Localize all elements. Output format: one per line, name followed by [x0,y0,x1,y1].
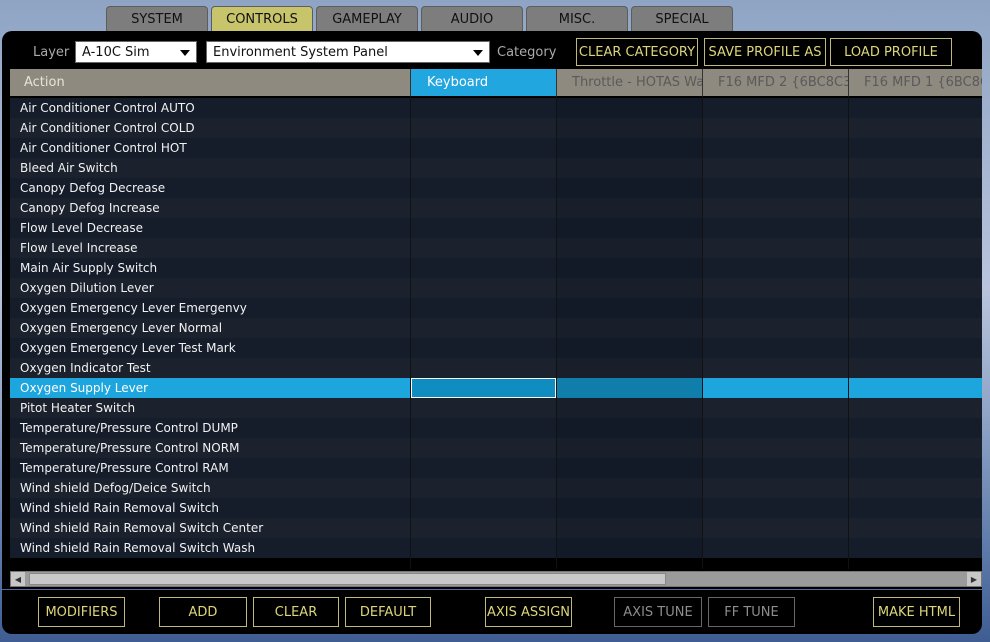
scrollbar-thumb[interactable] [29,573,666,585]
action-name: Temperature/Pressure Control DUMP [20,421,238,435]
controls-toolbar: Layer A-10C Sim Environment System Panel… [10,37,980,67]
default-button[interactable]: DEFAULT [345,597,431,627]
table-row[interactable]: Wind shield Rain Removal Switch [10,498,982,518]
action-name: Oxygen Indicator Test [20,361,151,375]
table-row[interactable]: Oxygen Emergency Lever Test Mark [10,338,982,358]
clear-category-button[interactable]: CLEAR CATEGORY [576,38,698,66]
action-name: Air Conditioner Control AUTO [20,101,195,115]
ff-tune-button[interactable]: FF TUNE [708,597,795,627]
action-name: Oxygen Emergency Lever Emergenvy [20,301,247,315]
layer-select[interactable]: A-10C Sim [75,41,197,63]
action-name: Canopy Defog Increase [20,201,160,215]
table-row[interactable]: Pitot Heater Switch [10,398,982,418]
action-name: Oxygen Supply Lever [20,381,149,395]
table-row[interactable]: Canopy Defog Decrease [10,178,982,198]
action-name: Bleed Air Switch [20,161,118,175]
modifiers-button[interactable]: MODIFIERS [38,597,125,627]
tab-controls[interactable]: CONTROLS [211,6,313,31]
chevron-down-icon [473,50,483,56]
tab-system[interactable]: SYSTEM [106,6,208,31]
table-row[interactable]: Wind shield Defog/Deice Switch [10,478,982,498]
tab-gameplay[interactable]: GAMEPLAY [316,6,418,31]
col-throttle[interactable]: Throttle - HOTAS Wa [557,69,703,96]
scroll-right-icon[interactable]: ▶ [967,572,981,586]
action-name: Wind shield Defog/Deice Switch [20,481,211,495]
table-row[interactable]: Wind shield Rain Removal Switch Wash [10,538,982,558]
col-mfd2[interactable]: F16 MFD 2 {6BC8C3 [703,69,849,96]
horizontal-scrollbar[interactable]: ◀ ▶ [10,571,982,587]
bindings-table: Action Keyboard Throttle - HOTAS Wa F16 … [10,69,982,569]
chevron-down-icon [180,50,190,56]
action-name: Air Conditioner Control HOT [20,141,187,155]
save-profile-as-button[interactable]: SAVE PROFILE AS [704,38,826,66]
category-label: Category [497,45,557,60]
column-divider [410,96,411,569]
table-body: Air Conditioner Control AUTO Air Conditio… [10,96,982,569]
axis-tune-button[interactable]: AXIS TUNE [614,597,702,627]
action-name: Flow Level Increase [20,241,138,255]
action-name: Air Conditioner Control COLD [20,121,195,135]
col-action[interactable]: Action [10,69,411,96]
table-row[interactable]: Main Air Supply Switch [10,258,982,278]
table-row[interactable]: Oxygen Emergency Lever Normal [10,318,982,338]
action-name: Temperature/Pressure Control RAM [20,461,229,475]
table-row[interactable]: Flow Level Decrease [10,218,982,238]
category-select[interactable]: Environment System Panel [206,41,490,63]
layer-value: A-10C Sim [82,45,150,60]
action-name: Flow Level Decrease [20,221,143,235]
col-keyboard[interactable]: Keyboard [411,69,557,96]
table-row[interactable]: Temperature/Pressure Control RAM [10,458,982,478]
table-header: Action Keyboard Throttle - HOTAS Wa F16 … [10,69,982,96]
table-row[interactable]: Air Conditioner Control COLD [10,118,982,138]
table-row[interactable]: Oxygen Emergency Lever Emergenvy [10,298,982,318]
selected-cell[interactable] [411,378,556,398]
column-divider [702,96,703,569]
table-row[interactable]: Bleed Air Switch [10,158,982,178]
action-name: Pitot Heater Switch [20,401,136,415]
action-name: Oxygen Dilution Lever [20,281,154,295]
table-row[interactable]: Canopy Defog Increase [10,198,982,218]
action-name: Oxygen Emergency Lever Normal [20,321,223,335]
col-mfd1[interactable]: F16 MFD 1 {6BC8C [849,69,982,96]
action-name: Wind shield Rain Removal Switch Center [20,521,264,535]
action-name: Wind shield Rain Removal Switch Wash [20,541,256,555]
action-name: Wind shield Rain Removal Switch [20,501,219,515]
scroll-left-icon[interactable]: ◀ [11,572,25,586]
table-row[interactable]: Temperature/Pressure Control DUMP [10,418,982,438]
tab-misc[interactable]: MISC. [526,6,628,31]
category-value: Environment System Panel [213,45,388,60]
action-name: Canopy Defog Decrease [20,181,166,195]
tab-special[interactable]: SPECIAL [631,6,733,31]
tab-audio[interactable]: AUDIO [421,6,523,31]
table-row[interactable]: Flow Level Increase [10,238,982,258]
action-name: Oxygen Emergency Lever Test Mark [20,341,236,355]
add-button[interactable]: ADD [159,597,247,627]
make-html-button[interactable]: MAKE HTML [873,597,960,627]
axis-assign-button[interactable]: AXIS ASSIGN [485,597,572,627]
main-tabs: SYSTEM CONTROLS GAMEPLAY AUDIO MISC. SPE… [106,6,733,32]
table-row[interactable]: Oxygen Supply Lever [10,378,982,398]
layer-label: Layer [33,45,70,60]
table-row[interactable]: Wind shield Rain Removal Switch Center [10,518,982,538]
table-row[interactable]: Air Conditioner Control AUTO [10,98,982,118]
action-name: Temperature/Pressure Control NORM [20,441,240,455]
table-row[interactable]: Air Conditioner Control HOT [10,138,982,158]
table-row[interactable]: Oxygen Indicator Test [10,358,982,378]
column-divider [848,96,849,569]
column-shade [557,96,703,569]
clear-button[interactable]: CLEAR [253,597,339,627]
column-divider [556,96,557,569]
table-row[interactable]: Oxygen Dilution Lever [10,278,982,298]
load-profile-button[interactable]: LOAD PROFILE [830,38,952,66]
table-row[interactable]: Temperature/Pressure Control NORM [10,438,982,458]
action-name: Main Air Supply Switch [20,261,158,275]
